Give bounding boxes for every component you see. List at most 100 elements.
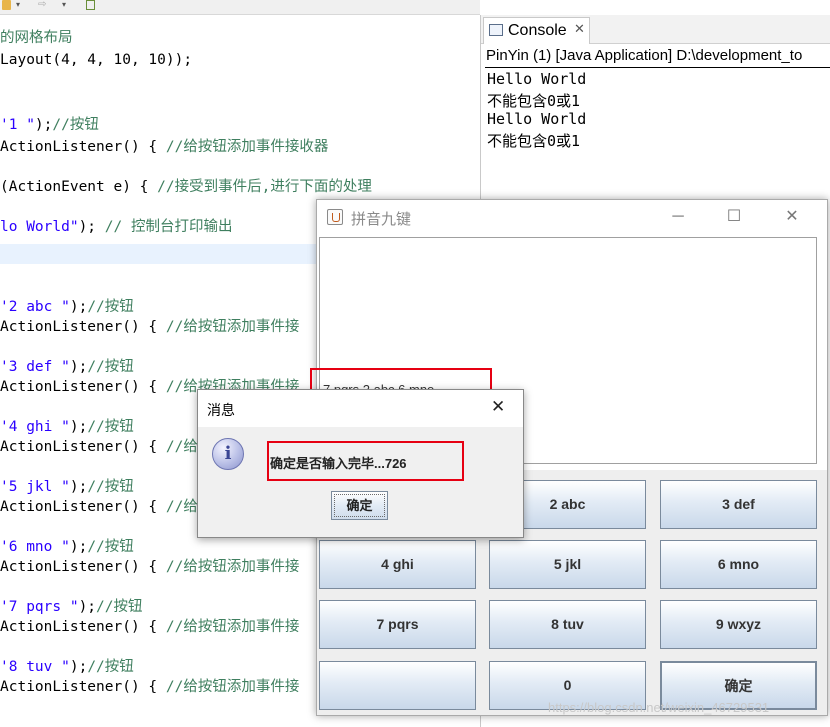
code-token-cmt: //按钮: [87, 359, 134, 375]
code-token-pre: ActionListener() {: [0, 559, 166, 575]
console-description: PinYin (1) [Java Application] D:\develop…: [486, 47, 803, 64]
code-token-cmt: //按钮: [87, 299, 134, 315]
console-output-line: Hello World: [487, 110, 587, 128]
watermark: https://blog.csdn.net/weixin_46729531: [548, 700, 770, 715]
console-output-line: Hello World: [487, 70, 587, 88]
code-token-str: '5 jkl ": [0, 479, 70, 495]
code-token-cmt: //按钮: [87, 539, 134, 555]
code-token-pre: ActionListener() {: [0, 139, 166, 155]
code-token-str: '7 pqrs ": [0, 599, 79, 615]
code-token-pre: Layout(4, 4, 10, 10));: [0, 52, 193, 68]
code-token-pre: ActionListener() {: [0, 379, 166, 395]
code-token-cmt: //给按钮添加事件接: [165, 619, 300, 635]
code-line: '2 abc ");//按钮: [0, 297, 134, 317]
code-token-cmt: // 控制台打印输出: [104, 219, 233, 235]
close-icon[interactable]: ✕: [777, 206, 807, 228]
code-token-str: '1 ": [0, 117, 35, 133]
code-line: ActionListener() { //给按钮添加事件接: [0, 617, 299, 637]
divider: [485, 67, 830, 68]
folder-icon[interactable]: [2, 0, 11, 10]
close-icon[interactable]: ✕: [491, 397, 505, 417]
code-line: ActionListener() { //给: [0, 437, 198, 457]
code-line: 的网格布局: [0, 28, 73, 48]
code-line: '6 mno ");//按钮: [0, 537, 134, 557]
code-token-pre: ActionListener() {: [0, 319, 166, 335]
code-line: '8 tuv ");//按钮: [0, 657, 134, 677]
code-token-str: lo World": [0, 219, 79, 235]
key-7-pqrs-button[interactable]: 7 pqrs: [319, 600, 476, 649]
code-token-str: '2 abc ": [0, 299, 70, 315]
code-token-cmt: //按钮: [87, 419, 134, 435]
code-line: '3 def ");//按钮: [0, 357, 134, 377]
code-token-cmt: //接受到事件后,进行下面的处理: [157, 179, 372, 195]
code-token-cmt: //按钮: [87, 659, 134, 675]
dropdown-arrow-icon[interactable]: ▾: [62, 0, 66, 10]
code-token-pre: ActionListener() {: [0, 679, 166, 695]
code-token-pre: ActionListener() {: [0, 619, 166, 635]
code-token-cmt: //给按钮添加事件接: [165, 319, 300, 335]
code-line: ActionListener() { //给按钮添加事件接: [0, 557, 299, 577]
code-token-cmt: 的网格布局: [0, 30, 73, 46]
code-token-str: '8 tuv ": [0, 659, 70, 675]
editor-toolbar: ▾ ⇨ ▾: [0, 0, 480, 15]
code-line: '1 ");//按钮: [0, 115, 99, 135]
code-token-mid: );: [78, 599, 97, 615]
tab-console[interactable]: Console ✕: [483, 17, 590, 44]
code-token-cmt: //按钮: [87, 479, 134, 495]
ok-button[interactable]: 确定: [331, 491, 388, 520]
code-token-str: '4 ghi ": [0, 419, 70, 435]
code-token-cmt: //给按钮添加事件接: [165, 559, 300, 575]
code-token-mid: );: [69, 359, 88, 375]
code-token-mid: );: [69, 299, 88, 315]
code-token-cmt: //给按钮添加事件接: [165, 679, 300, 695]
code-line: ActionListener() { //给按钮添加事件接: [0, 317, 299, 337]
key-3-def-button[interactable]: 3 def: [660, 480, 817, 529]
key-6-mno-button[interactable]: 6 mno: [660, 540, 817, 589]
code-line: (ActionEvent e) { //接受到事件后,进行下面的处理: [0, 177, 372, 197]
code-token-cmt: //给: [165, 439, 198, 455]
code-line: ActionListener() { //给: [0, 497, 198, 517]
code-token-pre: ActionListener() {: [0, 439, 166, 455]
close-icon[interactable]: ✕: [574, 21, 585, 37]
code-token-mid: );: [69, 539, 88, 555]
code-token-str: '3 def ": [0, 359, 70, 375]
code-line: '5 jkl ");//按钮: [0, 477, 134, 497]
console-output-line: 不能包含0或1: [487, 132, 581, 150]
console-tabbar: Console ✕: [481, 15, 830, 44]
code-token-cmt: //按钮: [96, 599, 143, 615]
code-line: ActionListener() { //给按钮添加事件接收器: [0, 137, 328, 157]
code-token-str: '6 mno ": [0, 539, 70, 555]
key-4-ghi-button[interactable]: 4 ghi: [319, 540, 476, 589]
key-5-jkl-button[interactable]: 5 jkl: [489, 540, 646, 589]
dialog-title: 消息: [207, 402, 235, 418]
tab-console-label: Console: [508, 22, 567, 39]
code-token-cmt: //给按钮添加事件接收器: [165, 139, 329, 155]
new-file-icon[interactable]: [86, 0, 95, 10]
code-token-mid: );: [34, 117, 53, 133]
forward-arrow-icon[interactable]: ⇨: [38, 0, 46, 10]
dropdown-arrow-icon[interactable]: ▾: [16, 0, 20, 10]
code-token-mid: );: [78, 219, 105, 235]
info-icon: i: [212, 438, 244, 470]
window-title: 拼音九键: [351, 211, 412, 228]
code-line: lo World"); // 控制台打印输出: [0, 217, 232, 237]
code-line: ActionListener() { //给按钮添加事件接: [0, 677, 299, 697]
key-empty-button[interactable]: [319, 661, 476, 710]
console-icon: [489, 24, 503, 36]
minimize-icon[interactable]: ─: [663, 206, 693, 228]
code-line: Layout(4, 4, 10, 10));: [0, 50, 192, 70]
code-token-pre: ActionListener() {: [0, 499, 166, 515]
console-output-line: 不能包含0或1: [487, 92, 581, 110]
maximize-icon[interactable]: ☐: [719, 206, 749, 228]
java-icon: [327, 209, 343, 225]
code-line: '4 ghi ");//按钮: [0, 417, 134, 437]
key-9-wxyz-button[interactable]: 9 wxyz: [660, 600, 817, 649]
code-token-mid: );: [69, 419, 88, 435]
code-token-pre: (ActionEvent e) {: [0, 179, 158, 195]
code-token-mid: );: [69, 479, 88, 495]
dialog-titlebar[interactable]: 消息 ✕: [198, 390, 523, 427]
code-token-cmt: //按钮: [52, 117, 99, 133]
code-token-cmt: //给: [165, 499, 198, 515]
window-titlebar[interactable]: 拼音九键 ─ ☐ ✕: [317, 200, 827, 234]
key-8-tuv-button[interactable]: 8 tuv: [489, 600, 646, 649]
